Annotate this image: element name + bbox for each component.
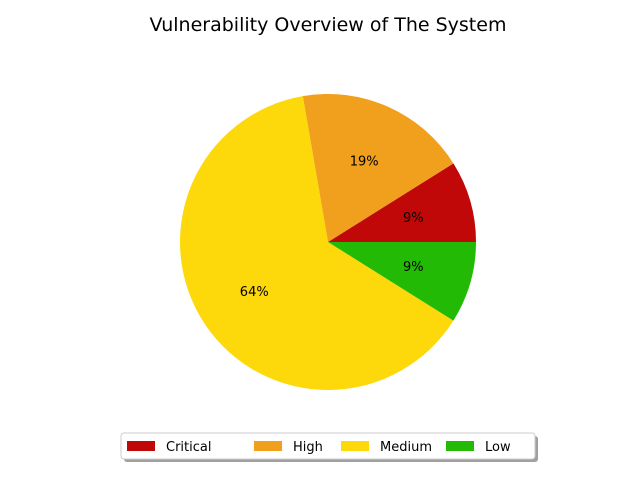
legend-swatch-low bbox=[446, 441, 474, 451]
slice-label-medium: 64% bbox=[240, 285, 269, 300]
legend-label-medium: Medium bbox=[380, 440, 432, 455]
legend-swatch-critical bbox=[127, 441, 155, 451]
slice-label-low: 9% bbox=[403, 260, 424, 275]
legend: Critical High Medium Low bbox=[120, 432, 538, 462]
legend-label-critical: Critical bbox=[166, 440, 211, 455]
chart-title: Vulnerability Overview of The System bbox=[150, 14, 507, 36]
legend-label-low: Low bbox=[485, 440, 511, 455]
pie-slices bbox=[179, 93, 476, 390]
pie-chart: Vulnerability Overview of The System 9% 1… bbox=[120, 14, 538, 462]
legend-swatch-high bbox=[254, 441, 282, 451]
slice-label-high: 19% bbox=[350, 154, 379, 169]
legend-swatch-medium bbox=[341, 441, 369, 451]
slice-label-critical: 9% bbox=[403, 211, 424, 226]
legend-label-high: High bbox=[293, 440, 323, 455]
